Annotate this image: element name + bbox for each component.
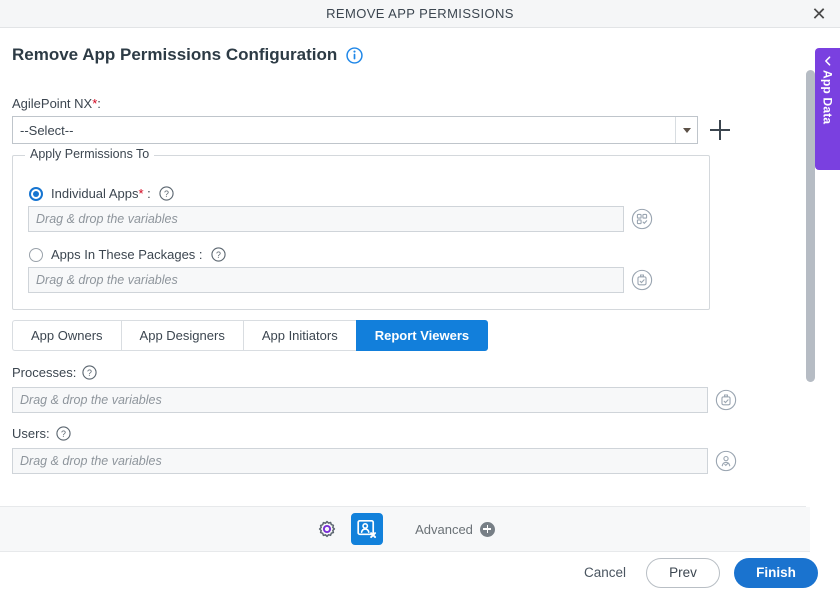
question-circle-icon[interactable]: ? (210, 247, 226, 262)
label-colon: : (97, 96, 101, 111)
processes-label-row: Processes: ? (12, 365, 97, 380)
label-colon: : (147, 186, 151, 201)
users-label-row: Users: ? (12, 426, 71, 441)
user-picker-icon[interactable] (715, 450, 737, 472)
radio-individual-apps[interactable] (29, 186, 43, 201)
finish-button[interactable]: Finish (734, 557, 818, 588)
svg-text:?: ? (87, 368, 92, 378)
tab-app-owners-label: App Owners (31, 328, 103, 343)
vertical-scrollbar-thumb[interactable] (806, 70, 815, 382)
agilepoint-nx-select[interactable]: --Select-- (12, 116, 698, 144)
question-circle-icon[interactable]: ? (159, 186, 174, 201)
label-colon: : (198, 247, 203, 262)
advanced-button[interactable]: Advanced (415, 521, 495, 537)
tab-report-viewers-label: Report Viewers (374, 328, 470, 343)
radio-row-individual-apps: Individual Apps* : ? (29, 186, 174, 201)
apps-in-packages-variable-row (28, 267, 653, 293)
radio-apps-in-these-packages[interactable] (29, 247, 43, 262)
users-input-row (12, 448, 737, 474)
tab-app-initiators[interactable]: App Initiators (242, 320, 356, 351)
radio-individual-apps-label-text: Individual Apps (51, 186, 139, 201)
app-data-panel-tab[interactable]: App Data (815, 48, 840, 170)
tab-app-initiators-label: App Initiators (261, 328, 338, 343)
tab-app-designers[interactable]: App Designers (120, 320, 243, 351)
svg-text:?: ? (216, 250, 221, 260)
radio-apps-in-these-packages-label: Apps In These Packages : (51, 247, 203, 262)
advanced-label: Advanced (415, 521, 473, 537)
tab-report-viewers[interactable]: Report Viewers (355, 320, 489, 351)
dialog-titlebar: REMOVE APP PERMISSIONS ✕ (0, 0, 840, 28)
processes-input[interactable] (12, 387, 708, 413)
bottom-toolbar: Advanced (0, 506, 810, 552)
chevron-left-icon (822, 54, 834, 66)
chevron-down-icon[interactable] (675, 117, 697, 143)
page-title: Remove App Permissions Configuration (12, 45, 338, 64)
apps-in-packages-input[interactable] (28, 267, 624, 293)
permission-role-tabs: App Owners App Designers App Initiators … (12, 320, 489, 351)
processes-input-row (12, 387, 737, 413)
agilepoint-nx-select-row: --Select-- (12, 116, 730, 144)
page-heading-row: Remove App Permissions Configuration (12, 45, 363, 65)
gear-icon[interactable] (315, 517, 339, 541)
plus-circle-icon[interactable] (479, 521, 495, 537)
processes-label: Processes: (12, 365, 77, 380)
dialog-footer: Cancel Prev Finish (0, 552, 840, 593)
apply-permissions-to-legend: Apply Permissions To (25, 147, 155, 161)
agilepoint-nx-label: AgilePoint NX*: (12, 96, 101, 111)
required-asterisk: * (138, 186, 144, 201)
info-circle-icon[interactable] (346, 46, 363, 64)
svg-text:?: ? (164, 189, 169, 199)
question-circle-icon[interactable]: ? (55, 426, 71, 441)
tab-app-owners[interactable]: App Owners (12, 320, 121, 351)
agilepoint-nx-selected-value: --Select-- (20, 122, 74, 138)
plus-icon[interactable] (710, 120, 730, 140)
users-label: Users: (12, 426, 50, 441)
remove-app-permission-icon[interactable] (351, 513, 384, 545)
individual-apps-variable-row (28, 206, 653, 232)
tab-app-designers-label: App Designers (139, 328, 225, 343)
app-data-panel-label: App Data (820, 70, 835, 125)
radio-individual-apps-label: Individual Apps* : (51, 186, 151, 201)
package-picker-icon[interactable] (631, 269, 653, 291)
dialog-title: REMOVE APP PERMISSIONS (326, 6, 514, 21)
process-picker-icon[interactable] (715, 389, 737, 411)
remove-app-permissions-dialog: REMOVE APP PERMISSIONS ✕ Remove App Perm… (0, 0, 840, 593)
radio-apps-in-these-packages-label-text: Apps In These Packages (51, 247, 196, 262)
agilepoint-nx-label-text: AgilePoint NX (12, 96, 93, 111)
prev-button[interactable]: Prev (646, 557, 720, 588)
users-input[interactable] (12, 448, 708, 474)
radio-row-apps-in-packages: Apps In These Packages : ? (29, 247, 226, 262)
individual-apps-input[interactable] (28, 206, 624, 232)
close-icon[interactable]: ✕ (808, 3, 830, 25)
apps-picker-icon[interactable] (631, 208, 653, 230)
svg-text:?: ? (61, 429, 66, 439)
question-circle-icon[interactable]: ? (82, 365, 97, 380)
cancel-button[interactable]: Cancel (578, 564, 632, 581)
